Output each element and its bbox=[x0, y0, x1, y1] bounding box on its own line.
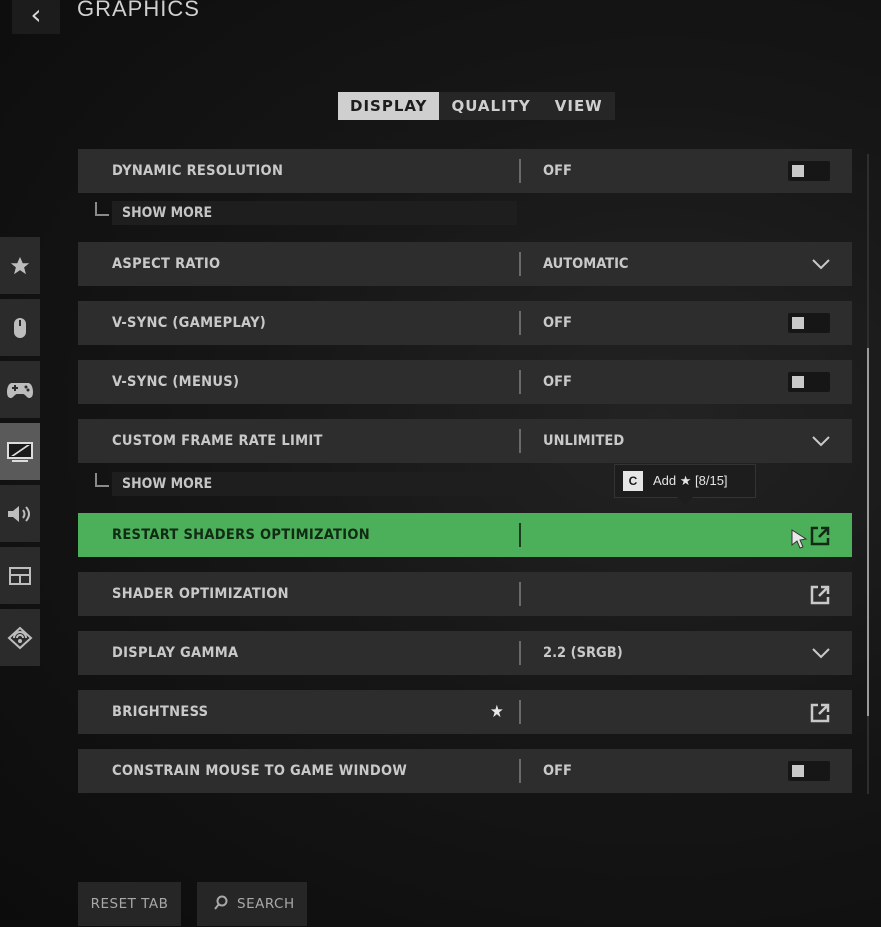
mouse-nav-button[interactable] bbox=[0, 299, 40, 356]
divider bbox=[519, 582, 521, 606]
favorite-star-icon: ★ bbox=[490, 702, 504, 722]
setting-label: ASPECT RATIO bbox=[112, 256, 221, 272]
side-nav bbox=[0, 237, 40, 671]
divider bbox=[519, 700, 521, 724]
divider bbox=[519, 759, 521, 783]
show-more-button[interactable]: SHOW MORE bbox=[112, 201, 517, 225]
tree-connector bbox=[95, 473, 109, 487]
network-nav-button[interactable] bbox=[0, 609, 40, 666]
toggle-knob bbox=[792, 317, 804, 329]
reset-tab-button[interactable]: RESET TAB bbox=[78, 882, 181, 926]
toggle-knob bbox=[792, 165, 804, 177]
divider bbox=[519, 252, 521, 276]
network-icon bbox=[7, 626, 33, 649]
tooltip-text: Add ★ [8/15] bbox=[653, 473, 728, 488]
toggle-switch[interactable] bbox=[788, 761, 830, 781]
setting-restart-shaders[interactable]: RESTART SHADERS OPTIMIZATION bbox=[78, 513, 852, 557]
setting-vsync-menus[interactable]: V-SYNC (MENUS) OFF bbox=[78, 360, 852, 404]
divider bbox=[519, 523, 521, 547]
setting-value: OFF bbox=[543, 163, 572, 179]
show-more-button[interactable]: SHOW MORE bbox=[112, 472, 517, 496]
gamepad-icon bbox=[7, 382, 33, 398]
chevron-down-icon bbox=[812, 436, 830, 447]
interface-nav-button[interactable] bbox=[0, 547, 40, 604]
tab-bar: DISPLAY QUALITY VIEW bbox=[338, 92, 615, 120]
page-title: GRAPHICS bbox=[77, 0, 200, 21]
graphics-nav-button[interactable] bbox=[0, 423, 40, 480]
toggle-knob bbox=[792, 376, 804, 388]
setting-brightness[interactable]: BRIGHTNESS ★ bbox=[78, 690, 852, 734]
external-link-icon bbox=[810, 703, 830, 723]
tree-connector bbox=[95, 202, 109, 216]
chevron-down-icon bbox=[812, 648, 830, 659]
search-icon bbox=[214, 895, 228, 910]
tab-quality[interactable]: QUALITY bbox=[439, 92, 542, 120]
setting-value: OFF bbox=[543, 763, 572, 779]
setting-display-gamma[interactable]: DISPLAY GAMMA 2.2 (SRGB) bbox=[78, 631, 852, 675]
favorites-nav-button[interactable] bbox=[0, 237, 40, 294]
toggle-switch[interactable] bbox=[788, 372, 830, 392]
setting-value: 2.2 (SRGB) bbox=[543, 645, 623, 661]
mouse-icon bbox=[14, 317, 26, 338]
setting-constrain-mouse[interactable]: CONSTRAIN MOUSE TO GAME WINDOW OFF bbox=[78, 749, 852, 793]
keyboard-key-badge: C bbox=[623, 471, 643, 491]
divider bbox=[519, 641, 521, 665]
toggle-switch[interactable] bbox=[788, 161, 830, 181]
setting-label: DYNAMIC RESOLUTION bbox=[112, 163, 284, 179]
toggle-knob bbox=[792, 765, 804, 777]
tab-view[interactable]: VIEW bbox=[543, 92, 615, 120]
setting-value: OFF bbox=[543, 315, 572, 331]
show-more-label: SHOW MORE bbox=[122, 476, 213, 492]
star-icon bbox=[10, 256, 30, 274]
setting-value: UNLIMITED bbox=[543, 433, 625, 449]
setting-label: RESTART SHADERS OPTIMIZATION bbox=[112, 527, 371, 543]
display-icon bbox=[7, 441, 33, 462]
setting-value: AUTOMATIC bbox=[543, 256, 629, 272]
external-link-icon bbox=[810, 585, 830, 605]
chevron-down-icon bbox=[812, 259, 830, 270]
back-button[interactable]: ‹ bbox=[12, 0, 60, 34]
scrollbar-thumb[interactable] bbox=[867, 348, 869, 716]
divider bbox=[519, 429, 521, 453]
interface-icon bbox=[9, 566, 31, 585]
speaker-icon bbox=[8, 505, 30, 522]
setting-label: DISPLAY GAMMA bbox=[112, 645, 239, 661]
tooltip-arrow bbox=[677, 497, 693, 505]
setting-label: BRIGHTNESS bbox=[112, 704, 209, 720]
setting-frame-rate-limit[interactable]: CUSTOM FRAME RATE LIMIT UNLIMITED bbox=[78, 419, 852, 463]
toggle-switch[interactable] bbox=[788, 313, 830, 333]
setting-aspect-ratio[interactable]: ASPECT RATIO AUTOMATIC bbox=[78, 242, 852, 286]
reset-tab-label: RESET TAB bbox=[90, 896, 169, 912]
external-link-icon bbox=[810, 526, 830, 546]
setting-shader-optimization[interactable]: SHADER OPTIMIZATION bbox=[78, 572, 852, 616]
audio-nav-button[interactable] bbox=[0, 485, 40, 542]
tab-display[interactable]: DISPLAY bbox=[338, 92, 440, 120]
setting-value: OFF bbox=[543, 374, 572, 390]
chevron-left-icon: ‹ bbox=[30, 0, 42, 31]
controller-nav-button[interactable] bbox=[0, 361, 40, 418]
search-button[interactable]: SEARCH bbox=[197, 882, 307, 926]
setting-label: CONSTRAIN MOUSE TO GAME WINDOW bbox=[112, 763, 408, 779]
setting-label: CUSTOM FRAME RATE LIMIT bbox=[112, 433, 323, 449]
setting-label: V-SYNC (MENUS) bbox=[112, 374, 240, 390]
setting-dynamic-resolution[interactable]: DYNAMIC RESOLUTION OFF bbox=[78, 149, 852, 193]
favorite-tooltip: C Add ★ [8/15] bbox=[614, 464, 756, 505]
setting-label: SHADER OPTIMIZATION bbox=[112, 586, 289, 602]
divider bbox=[519, 311, 521, 335]
divider bbox=[519, 159, 521, 183]
divider bbox=[519, 370, 521, 394]
setting-vsync-gameplay[interactable]: V-SYNC (GAMEPLAY) OFF bbox=[78, 301, 852, 345]
setting-label: V-SYNC (GAMEPLAY) bbox=[112, 315, 267, 331]
mouse-cursor-icon bbox=[791, 529, 808, 549]
show-more-label: SHOW MORE bbox=[122, 205, 213, 221]
search-label: SEARCH bbox=[237, 896, 295, 912]
